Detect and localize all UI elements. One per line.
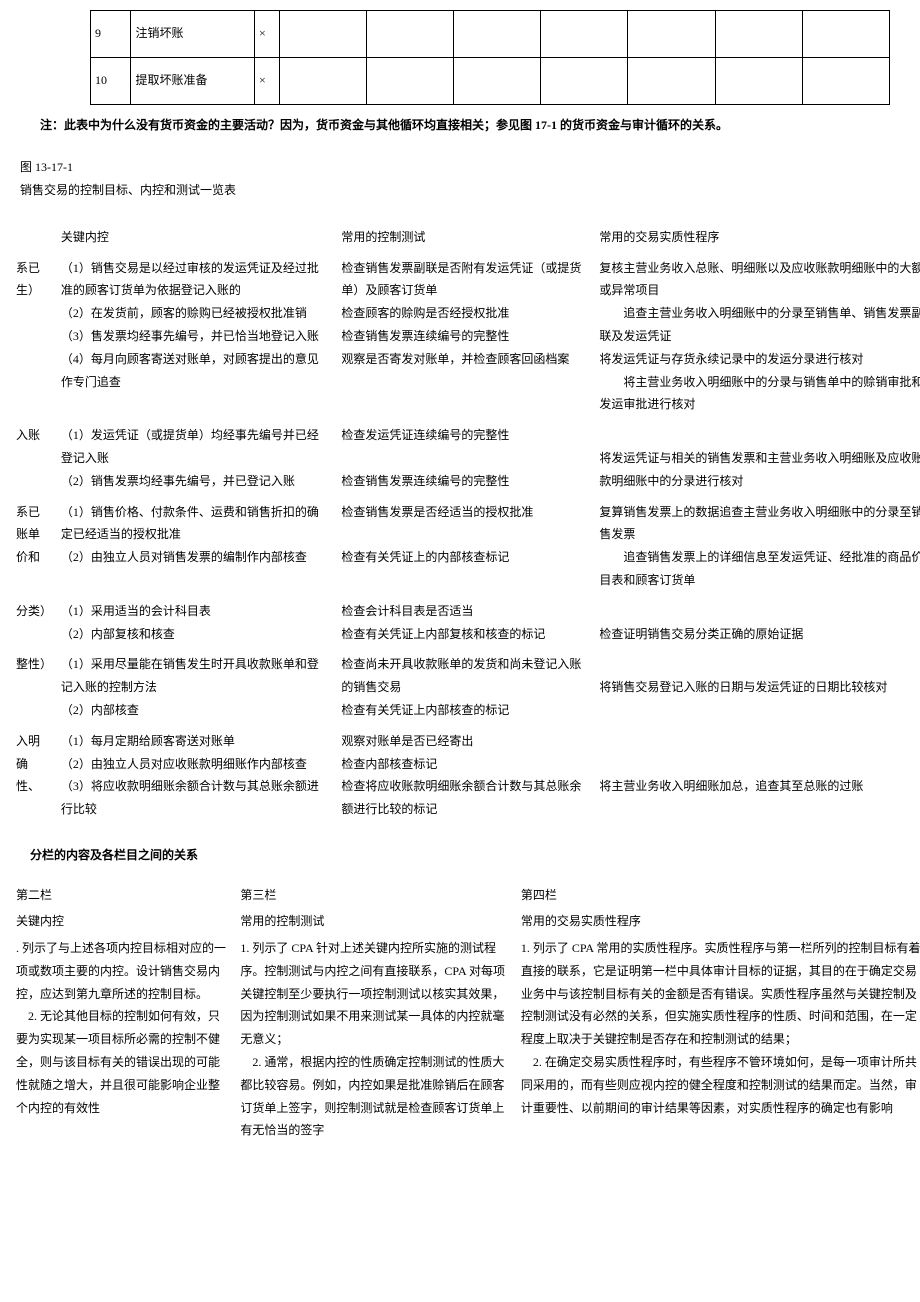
- cell: 观察对账单是否已经寄出 检查内部核查标记 检查将应收账款明细账余额合计数与其总账…: [335, 726, 593, 825]
- cell: 1. 列示了 CPA 常用的实质性程序。实质性程序与第一栏所列的控制目标有着直接…: [515, 935, 920, 1144]
- cell: 系已 生）: [10, 253, 55, 421]
- main-table: 关键内控 常用的控制测试 常用的交易实质性程序 系已 生） （1）销售交易是以经…: [10, 222, 920, 825]
- table-body-row: . 列示了与上述各项内控目标相对应的一项或数项主要的内控。设计销售交易内控，应达…: [10, 935, 920, 1144]
- table-header-row: 第二栏 第三栏 第四栏: [10, 882, 920, 909]
- figure-number: 图 13-17-1: [20, 157, 920, 179]
- table-row: 10 提取坏账准备 ×: [91, 58, 890, 105]
- table-row: 分类） （1）采用适当的会计科目表 （2）内部复核和核查 检查会计科目表是否适当…: [10, 596, 920, 650]
- columns-table: 第二栏 第三栏 第四栏 关键内控 常用的控制测试 常用的交易实质性程序 . 列示…: [10, 882, 920, 1145]
- col-subheader: 关键内控: [10, 908, 234, 935]
- cell: （1）采用尽量能在销售发生时开具收款账单和登记入账的控制方法 （2）内部核查: [55, 649, 335, 725]
- cell: 将发运凭证与相关的销售发票和主营业务收入明细账及应收账款明细账中的分录进行核对: [593, 420, 920, 496]
- cell: 分类）: [10, 596, 55, 650]
- cell: 将主营业务收入明细账加总，追查其至总账的过账: [593, 726, 920, 825]
- row-x: ×: [254, 58, 279, 105]
- cell: 检查发运凭证连续编号的完整性 检查销售发票连续编号的完整性: [335, 420, 593, 496]
- cell: . 列示了与上述各项内控目标相对应的一项或数项主要的内控。设计销售交易内控，应达…: [10, 935, 234, 1144]
- cell: 检查会计科目表是否适当 检查有关凭证上内部复核和核查的标记: [335, 596, 593, 650]
- cell: 系已 账单 价和: [10, 497, 55, 596]
- table-row: 系已 生） （1）销售交易是以经过审核的发运凭证及经过批准的顾客订货单为依据登记…: [10, 253, 920, 421]
- row-x: ×: [254, 11, 279, 58]
- col-header: 常用的控制测试: [335, 222, 593, 253]
- note-text: 注：此表中为什么没有货币资金的主要活动？因为，货币资金与其他循环均直接相关；参见…: [40, 115, 900, 137]
- table-row: 系已 账单 价和 （1）销售价格、付款条件、运费和销售折扣的确定已经适当的授权批…: [10, 497, 920, 596]
- table-row: 9 注销坏账 ×: [91, 11, 890, 58]
- table-row: 入明 确性、 （1）每月定期给顾客寄送对账单 （2）由独立人员对应收账款明细账作…: [10, 726, 920, 825]
- top-table: 9 注销坏账 × 10 提取坏账准备 ×: [90, 10, 890, 105]
- cell: 1. 列示了 CPA 针对上述关键内控所实施的测试程序。控制测试与内控之间有直接…: [234, 935, 514, 1144]
- cell: （1）每月定期给顾客寄送对账单 （2）由独立人员对应收账款明细账作内部核查 （3…: [55, 726, 335, 825]
- cell: （1）销售交易是以经过审核的发运凭证及经过批准的顾客订货单为依据登记入账的 （2…: [55, 253, 335, 421]
- cell: （1）采用适当的会计科目表 （2）内部复核和核查: [55, 596, 335, 650]
- cell: 复算销售发票上的数据追查主营业务收入明细账中的分录至销售发票 追查销售发票上的详…: [593, 497, 920, 596]
- cell: 检查销售发票副联是否附有发运凭证（或提货单）及顾客订货单 检查顾客的赊购是否经授…: [335, 253, 593, 421]
- cell: 复核主营业务收入总账、明细账以及应收账款明细账中的大额或异常项目 追查主营业务收…: [593, 253, 920, 421]
- row-num: 9: [91, 11, 131, 58]
- table-header-row: 关键内控 常用的控制测试 常用的交易实质性程序: [10, 222, 920, 253]
- col-header: 第四栏: [515, 882, 920, 909]
- row-label: 提取坏账准备: [131, 58, 254, 105]
- cell: （1）发运凭证（或提货单）均经事先编号并已经登记入账 （2）销售发票均经事先编号…: [55, 420, 335, 496]
- col-subheader: 常用的控制测试: [234, 908, 514, 935]
- cell: 入明 确性、: [10, 726, 55, 825]
- col-subheader: 常用的交易实质性程序: [515, 908, 920, 935]
- cell: 检查尚未开具收款账单的发货和尚未登记入账的销售交易 检查有关凭证上内部核查的标记: [335, 649, 593, 725]
- figure-title: 销售交易的控制目标、内控和测试一览表: [20, 180, 920, 202]
- section-heading: 分栏的内容及各栏目之间的关系: [30, 845, 920, 867]
- table-subheader-row: 关键内控 常用的控制测试 常用的交易实质性程序: [10, 908, 920, 935]
- table-row: 入账 （1）发运凭证（或提货单）均经事先编号并已经登记入账 （2）销售发票均经事…: [10, 420, 920, 496]
- col-header: [10, 222, 55, 253]
- cell: 整性）: [10, 649, 55, 725]
- col-header: 第三栏: [234, 882, 514, 909]
- cell: 将销售交易登记入账的日期与发运凭证的日期比较核对: [593, 649, 920, 725]
- col-header: 常用的交易实质性程序: [593, 222, 920, 253]
- cell: 入账: [10, 420, 55, 496]
- col-header: 第二栏: [10, 882, 234, 909]
- row-num: 10: [91, 58, 131, 105]
- row-label: 注销坏账: [131, 11, 254, 58]
- cell: （1）销售价格、付款条件、运费和销售折扣的确定已经适当的授权批准 （2）由独立人…: [55, 497, 335, 596]
- col-header: 关键内控: [55, 222, 335, 253]
- cell: 检查证明销售交易分类正确的原始证据: [593, 596, 920, 650]
- cell: 检查销售发票是否经适当的授权批准 检查有关凭证上的内部核查标记: [335, 497, 593, 596]
- table-row: 整性） （1）采用尽量能在销售发生时开具收款账单和登记入账的控制方法 （2）内部…: [10, 649, 920, 725]
